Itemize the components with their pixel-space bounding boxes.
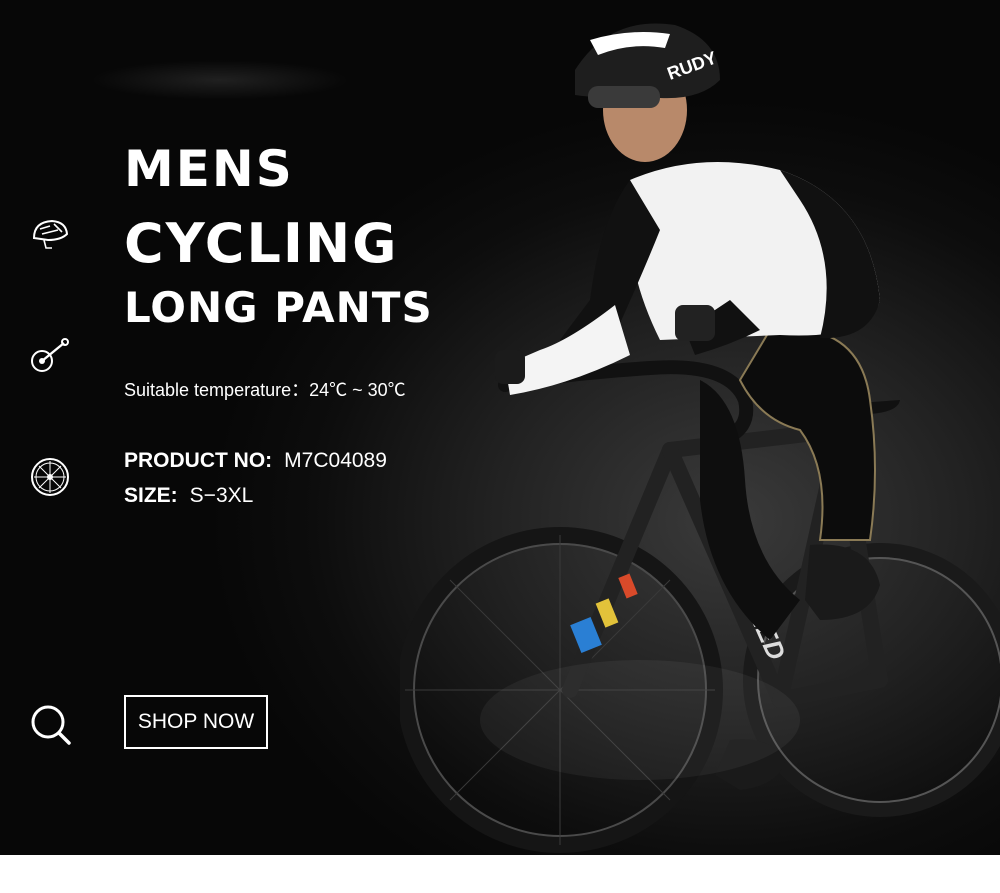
light-haze: [90, 60, 350, 100]
shop-now-button[interactable]: SHOP NOW: [124, 695, 268, 749]
size-label: SIZE:: [124, 484, 178, 507]
temperature-value: 24℃ ~ 30℃: [309, 380, 406, 400]
temperature-info: Suitable temperature：24℃ ~ 30℃: [124, 376, 406, 402]
title-line-3: LONG PANTS: [124, 283, 433, 332]
page-bottom-strip: [0, 855, 1000, 893]
product-no-value: M7C04089: [284, 449, 387, 472]
title-line-2: CYCLING: [124, 212, 399, 275]
product-size: SIZE: S−3XL: [124, 484, 253, 508]
bike-crank-icon: [31, 338, 69, 372]
wheel-icon: [31, 458, 69, 496]
temperature-label: Suitable temperature：: [124, 380, 310, 400]
helmet-icon: [32, 219, 69, 249]
product-number: PRODUCT NO: M7C04089: [124, 449, 387, 473]
search-icon[interactable]: [28, 702, 72, 746]
product-banner: SPECIALIZED RUDY: [0, 0, 1000, 855]
title-line-1: MENS: [124, 140, 294, 198]
product-no-label: PRODUCT NO:: [124, 449, 273, 472]
size-value: S−3XL: [189, 484, 254, 507]
cyclist-photo: SPECIALIZED RUDY: [400, 23, 1000, 853]
